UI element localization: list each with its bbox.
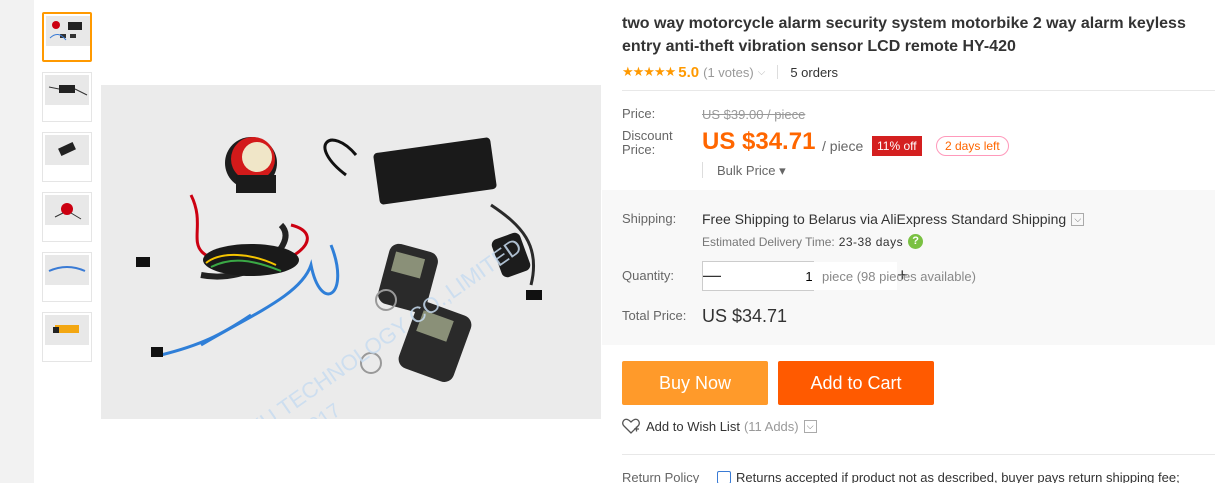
thumbnail-6[interactable] — [42, 312, 92, 362]
divider — [702, 162, 703, 178]
decrease-button[interactable]: — — [703, 262, 721, 290]
per-unit: / piece — [822, 138, 864, 154]
free-shipping-text: Free Shipping — [702, 211, 790, 227]
policy-icon — [717, 471, 731, 483]
return-policy-text: Returns accepted if product not as descr… — [736, 470, 1180, 483]
delivery-estimate: Estimated Delivery Time: 23-38 days ? — [702, 234, 924, 249]
availability-note: piece (98 pieces available) — [822, 269, 976, 284]
return-policy-row: Return Policy Returns accepted if produc… — [622, 470, 1180, 483]
product-page: HENGYU TECHNOLOGY CO.,LIMITED Store No.3… — [34, 0, 1215, 483]
product-title: two way motorcycle alarm security system… — [622, 15, 1186, 55]
total-price: US $34.71 — [702, 306, 788, 326]
thumbnail-image — [45, 255, 89, 285]
original-price: US $39.00 / piece — [702, 107, 806, 122]
thumbnail-image — [45, 75, 89, 105]
wish-list-link[interactable]: Add to Wish List (11 Adds) ⌵ — [622, 418, 817, 434]
shipping-destination: to Belarus via AliExpress Standard Shipp… — [793, 211, 1067, 227]
thumbnail-image — [45, 135, 89, 165]
divider — [622, 90, 1215, 91]
product-details: two way motorcycle alarm security system… — [602, 0, 1215, 483]
add-to-cart-button[interactable]: Add to Cart — [778, 361, 934, 405]
quantity-label: Quantity: — [622, 268, 675, 283]
thumbnail-image — [46, 16, 90, 46]
rating-row: ★★★★★ 5.0 (1 votes) ⌵ 5 orders — [622, 62, 838, 82]
product-photo: HENGYU TECHNOLOGY CO.,LIMITED Store No.3… — [101, 85, 601, 419]
chevron-down-icon[interactable]: ⌵ — [803, 419, 817, 433]
votes-link[interactable]: (1 votes) — [703, 65, 754, 80]
delivery-days: 23-38 days — [838, 234, 904, 249]
delivery-label: Estimated Delivery Time: — [702, 234, 835, 249]
thumbnail-list — [42, 12, 92, 372]
wish-count: (11 Adds) — [743, 418, 799, 434]
return-policy-label: Return Policy — [622, 470, 700, 483]
thumbnail-1[interactable] — [42, 12, 92, 62]
orders-count: 5 orders — [790, 64, 839, 80]
divider — [622, 454, 1215, 455]
total-price-label: Total Price: — [622, 308, 687, 323]
thumbnail-2[interactable] — [42, 72, 92, 122]
discount-label-line: Price: — [622, 142, 656, 157]
star-rating-icon: ★★★★★ — [622, 64, 676, 79]
thumbnail-4[interactable] — [42, 192, 92, 242]
shipping-label: Shipping: — [622, 211, 677, 226]
thumbnail-image — [45, 195, 89, 225]
buy-now-button[interactable]: Buy Now — [622, 361, 768, 405]
rating-score: 5.0 — [678, 63, 700, 81]
bulk-price-dropdown[interactable]: Bulk Price ▾ — [717, 163, 786, 179]
quantity-stepper: — + — [702, 261, 908, 291]
heart-icon — [622, 418, 640, 434]
help-icon[interactable]: ? — [908, 234, 924, 249]
current-price: US $34.71 — [702, 128, 816, 155]
discount-price-label: Discount Price: — [622, 129, 673, 157]
price-label: Price: — [622, 106, 656, 121]
chevron-down-icon[interactable]: ⌵ — [1071, 212, 1085, 226]
shipping-method[interactable]: Free Shipping to Belarus via AliExpress … — [702, 211, 1085, 227]
divider — [777, 65, 779, 79]
discount-badge: 11% off — [872, 136, 922, 156]
days-left-badge: 2 days left — [936, 136, 1009, 156]
thumbnail-3[interactable] — [42, 132, 92, 182]
main-product-image[interactable]: HENGYU TECHNOLOGY CO.,LIMITED Store No.3… — [101, 85, 601, 419]
thumbnail-image — [45, 315, 89, 345]
wish-list-label: Add to Wish List — [646, 418, 740, 434]
discount-label-line: Discount — [622, 128, 673, 143]
thumbnail-5[interactable] — [42, 252, 92, 302]
shipping-box: Shipping: Free Shipping to Belarus via A… — [602, 190, 1215, 345]
chevron-down-icon[interactable]: ⌵ — [758, 67, 766, 78]
